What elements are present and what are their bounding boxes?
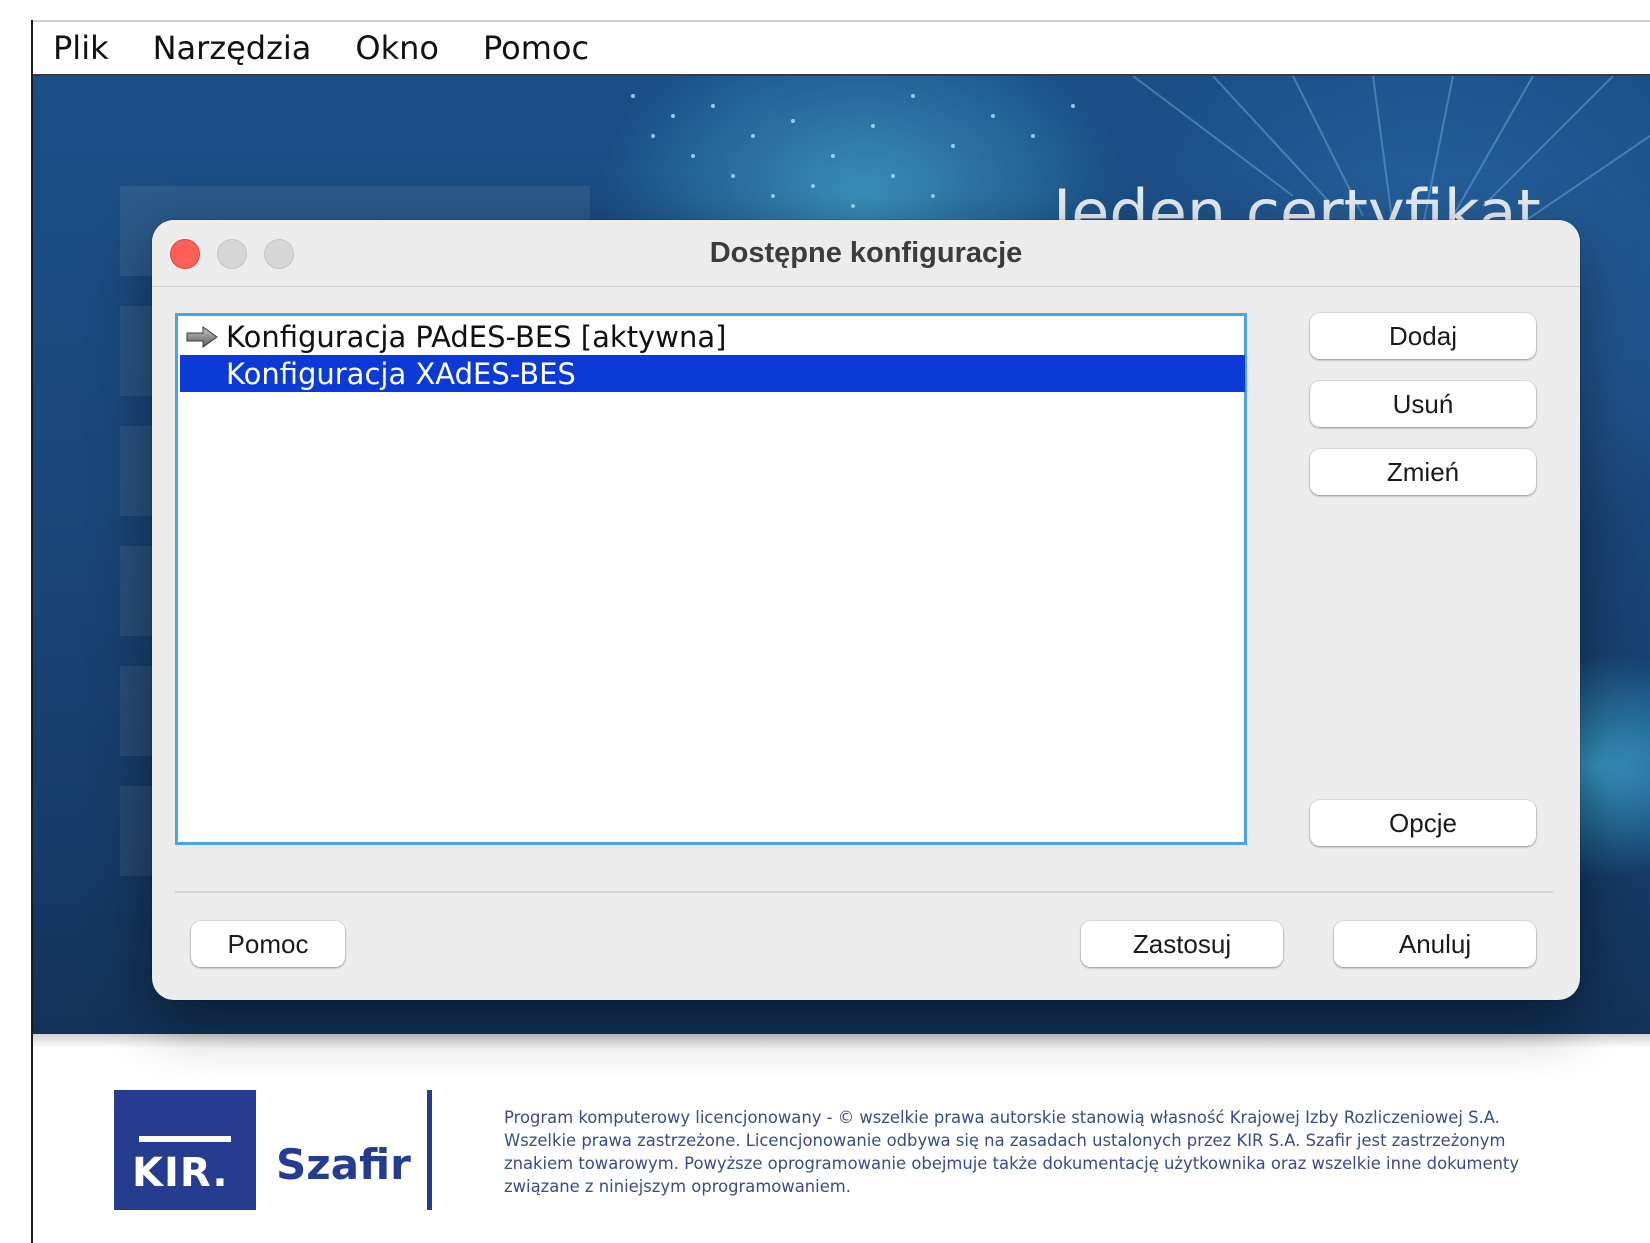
dialog-separator — [175, 891, 1553, 893]
copyright-line: Program komputerowy licencjonowany - © w… — [504, 1108, 1500, 1127]
background-tile — [120, 426, 156, 516]
add-button[interactable]: Dodaj — [1310, 313, 1536, 359]
menu-file[interactable]: Plik — [33, 29, 131, 67]
product-name: Szafir — [276, 1140, 411, 1189]
maximize-window-button — [264, 239, 294, 269]
kir-logo-bar — [139, 1136, 231, 1142]
edit-button[interactable]: Zmień — [1310, 449, 1536, 495]
list-item-xades[interactable]: Konfiguracja XAdES-BES — [180, 355, 1245, 392]
screen: Plik Narzędzia Okno Pomoc Jeden certyfik… — [0, 0, 1650, 1243]
remove-button[interactable]: Usuń — [1310, 381, 1536, 427]
list-item-label: Konfiguracja XAdES-BES — [226, 356, 576, 391]
options-button[interactable]: Opcje — [1310, 800, 1536, 846]
list-item-pades[interactable]: Konfiguracja PAdES-BES [aktywna] — [180, 318, 1245, 355]
close-window-button[interactable] — [170, 239, 200, 269]
copyright-notice: Program komputerowy licencjonowany - © w… — [504, 1106, 1614, 1198]
copyright-line: znakiem towarowym. Powyższe oprogramowan… — [504, 1154, 1520, 1173]
menu-tools[interactable]: Narzędzia — [131, 29, 334, 67]
cancel-button[interactable]: Anuluj — [1334, 921, 1536, 967]
kir-logo: KIR. — [114, 1090, 256, 1210]
footer-shadow — [33, 1034, 1650, 1048]
minimize-window-button — [217, 239, 247, 269]
copyright-line: związane z niniejszym oprogramowaniem. — [504, 1177, 851, 1196]
list-item-label: Konfiguracja PAdES-BES [aktywna] — [226, 319, 727, 354]
list-item-icon-spacer — [180, 355, 224, 392]
logo-divider — [427, 1090, 432, 1210]
background-tile — [120, 306, 156, 396]
configuration-list[interactable]: Konfiguracja PAdES-BES [aktywna] Konfigu… — [175, 313, 1247, 845]
dialog-titlebar: Dostępne konfiguracje — [152, 220, 1580, 287]
available-configurations-dialog: Dostępne konfiguracje Konfiguracja PAdES… — [152, 220, 1580, 1000]
background-tile — [120, 786, 156, 876]
menu-bar: Plik Narzędzia Okno Pomoc — [33, 22, 1650, 76]
menu-window[interactable]: Okno — [333, 29, 461, 67]
background-tile — [120, 666, 156, 756]
background-tile — [120, 546, 156, 636]
menu-help[interactable]: Pomoc — [461, 29, 611, 67]
dialog-title: Dostępne konfiguracje — [709, 237, 1023, 269]
apply-button[interactable]: Zastosuj — [1081, 921, 1283, 967]
kir-logo-text: KIR. — [132, 1150, 229, 1196]
arrow-right-icon — [180, 318, 224, 355]
copyright-line: Wszelkie prawa zastrzeżone. Licencjonowa… — [504, 1131, 1506, 1150]
help-button[interactable]: Pomoc — [191, 921, 345, 967]
